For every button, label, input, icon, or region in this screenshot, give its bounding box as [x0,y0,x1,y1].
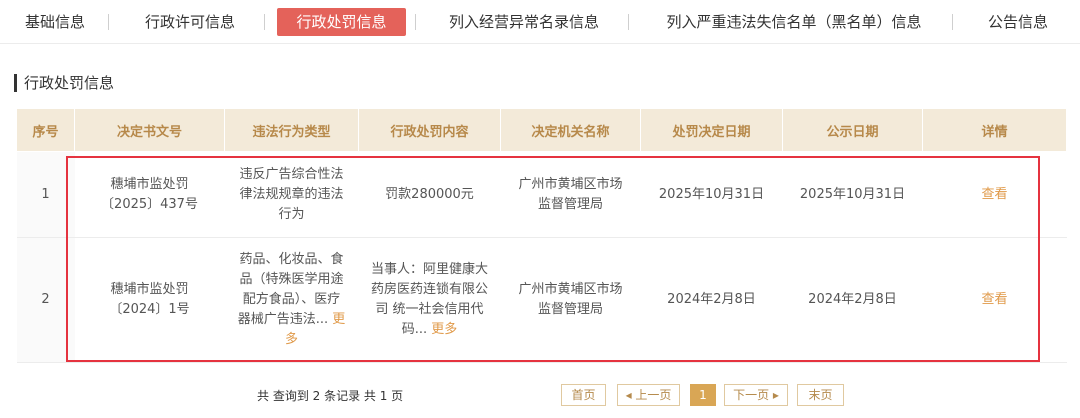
header-doc-no: 决定书文号 [74,108,225,152]
tab-blacklist[interactable]: 列入严重违法失信名单（黑名单）信息 [656,8,932,36]
table-row: 1 穗埔市监处罚〔2025〕437号 违反广告综合性法律法规规章的违法行为 罚款… [16,151,1067,238]
cell-index: 2 [16,237,75,363]
cell-publish-date: 2025年10月31日 [782,151,923,238]
header-publish-date: 公示日期 [782,108,923,152]
pager-next-button[interactable]: 下一页 ▸ [724,384,788,406]
header-authority: 决定机关名称 [500,108,641,152]
pager-first-button[interactable]: 首页 [561,384,606,406]
table-header-row: 序号 决定书文号 违法行为类型 行政处罚内容 决定机关名称 处罚决定日期 公示日… [16,108,1067,152]
tab-basic-info[interactable]: 基础信息 [22,8,88,36]
cell-detail: 查看 [922,237,1067,363]
cell-authority: 广州市黄埔区市场监督管理局 [500,151,641,238]
view-detail-link[interactable]: 查看 [981,292,1007,307]
penalty-more-link[interactable]: 更多 [431,322,457,337]
header-detail: 详情 [922,108,1067,152]
tab-admin-license[interactable]: 行政许可信息 [140,8,240,36]
violation-type-text: 药品、化妆品、食品（特殊医学用途配方食品）、医疗器械广告违法... [237,252,344,327]
tab-separator [108,14,109,30]
view-detail-link[interactable]: 查看 [981,187,1007,202]
cell-decision-date: 2025年10月31日 [640,151,783,238]
pager-last-button[interactable]: 末页 [797,384,844,406]
pager-current-page[interactable]: 1 [690,384,716,406]
table-row: 2 穗埔市监处罚〔2024〕1号 药品、化妆品、食品（特殊医学用途配方食品）、医… [16,237,1067,363]
tab-separator [264,14,265,30]
cell-doc-no: 穗埔市监处罚〔2024〕1号 [74,237,225,363]
tab-bar-divider [0,43,1080,44]
header-index: 序号 [16,108,75,152]
cell-publish-date: 2024年2月8日 [782,237,923,363]
section-title: 行政处罚信息 [14,74,114,92]
cell-authority: 广州市黄埔区市场监督管理局 [500,237,641,363]
penalty-text: 当事人：阿里健康大药房医药连锁有限公司 统一社会信用代码... [370,262,488,337]
cell-index: 1 [16,151,75,238]
cell-penalty: 罚款280000元 [358,151,501,238]
header-penalty: 行政处罚内容 [358,108,501,152]
cell-decision-date: 2024年2月8日 [640,237,783,363]
tab-admin-penalty[interactable]: 行政处罚信息 [277,8,406,36]
header-decision-date: 处罚决定日期 [640,108,783,152]
cell-detail: 查看 [922,151,1067,238]
pager-prev-button[interactable]: ◂ 上一页 [617,384,680,406]
header-violation-type: 违法行为类型 [224,108,359,152]
cell-violation-type: 违反广告综合性法律法规规章的违法行为 [224,151,359,238]
tab-abnormal-operation[interactable]: 列入经营异常名录信息 [440,8,608,36]
tab-bar: 基础信息 行政许可信息 行政处罚信息 列入经营异常名录信息 列入严重违法失信名单… [0,0,1080,44]
tab-announcement[interactable]: 公告信息 [982,8,1054,36]
cell-doc-no: 穗埔市监处罚〔2025〕437号 [74,151,225,238]
tab-separator [952,14,953,30]
tab-separator [415,14,416,30]
record-summary: 共 查询到 2 条记录 共 1 页 [257,389,404,403]
cell-violation-type: 药品、化妆品、食品（特殊医学用途配方食品）、医疗器械广告违法... 更多 [224,237,359,363]
cell-penalty: 当事人：阿里健康大药房医药连锁有限公司 统一社会信用代码... 更多 [358,237,501,363]
penalty-table: 序号 决定书文号 违法行为类型 行政处罚内容 决定机关名称 处罚决定日期 公示日… [16,108,1067,363]
tab-separator [628,14,629,30]
